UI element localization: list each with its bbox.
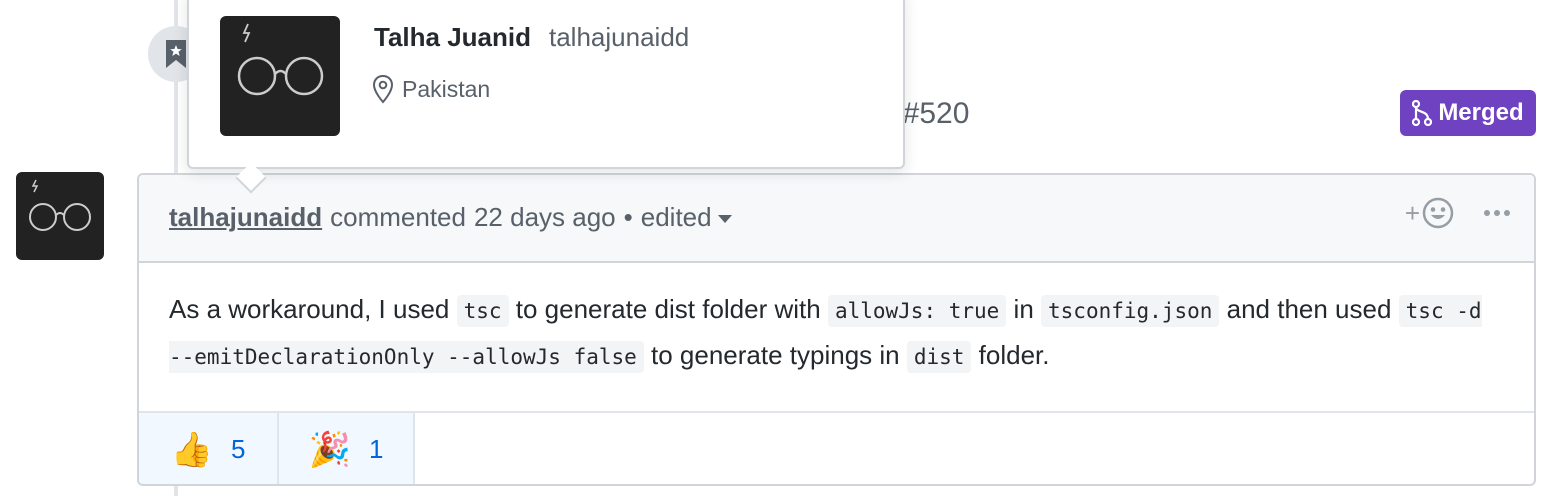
hovercard-location: Pakistan [372,74,490,104]
header-actions: + [1405,197,1510,229]
party-popper-icon: 🎉 [308,430,351,469]
comment-body: As a workaround, I used tsc to generate … [169,287,1499,379]
pr-number[interactable]: #520 [903,97,970,130]
hovercard-avatar[interactable] [220,16,340,136]
comment-action: commented [330,202,466,232]
body-text: in [1006,294,1042,324]
inline-code: tsconfig.json [1041,295,1220,327]
reaction-hooray-button[interactable]: 🎉 1 [279,413,415,484]
add-reaction-button[interactable]: + [1405,197,1454,229]
hovercard-fullname[interactable]: Talha Juanid [374,22,531,53]
location-pin-icon [372,74,394,104]
avatar[interactable] [16,172,104,260]
smiley-icon [1422,197,1454,229]
reaction-count: 1 [368,434,384,464]
thumbs-up-icon: 👍 [170,430,213,469]
body-text: to generate dist folder with [508,294,828,324]
inline-code: dist [906,341,972,373]
merged-label: Merged [1438,99,1524,126]
comment-meta: talhajunaidd commented 22 days ago • edi… [169,202,732,233]
hovercard-name: Talha Juanid talhajunaidd [374,22,689,53]
body-text: and then used [1219,294,1399,324]
comment-box: talhajunaidd commented 22 days ago • edi… [137,173,1536,486]
edited-label: edited [640,202,712,232]
location-text: Pakistan [402,75,491,102]
body-text: folder. [971,340,1050,370]
author-link[interactable]: talhajunaidd [169,202,322,233]
glasses-avatar-icon [237,23,324,96]
inline-code: tsc [456,295,509,327]
body-text: to generate typings in [643,340,907,370]
glasses-avatar-icon [29,179,91,231]
reaction-count: 5 [230,434,246,464]
comment-timestamp[interactable]: 22 days ago [474,202,616,233]
plus-label: + [1404,197,1420,228]
bookmark-icon [166,40,186,68]
merged-status-badge: Merged [1400,90,1536,136]
more-options-icon[interactable] [1484,200,1510,226]
chevron-down-icon [717,215,732,223]
hovercard-login[interactable]: talhajunaidd [549,22,689,53]
body-text: As a workaround, I used [169,294,457,324]
reactions-bar: 👍 5 🎉 1 [139,411,1534,484]
git-merge-icon [1412,100,1433,126]
separator-dot: • [623,202,633,232]
edited-dropdown[interactable]: edited [641,202,732,233]
comment-header: talhajunaidd commented 22 days ago • edi… [139,175,1534,263]
inline-code: allowJs: true [827,295,1007,327]
reaction-thumbs-up-button[interactable]: 👍 5 [139,413,279,484]
